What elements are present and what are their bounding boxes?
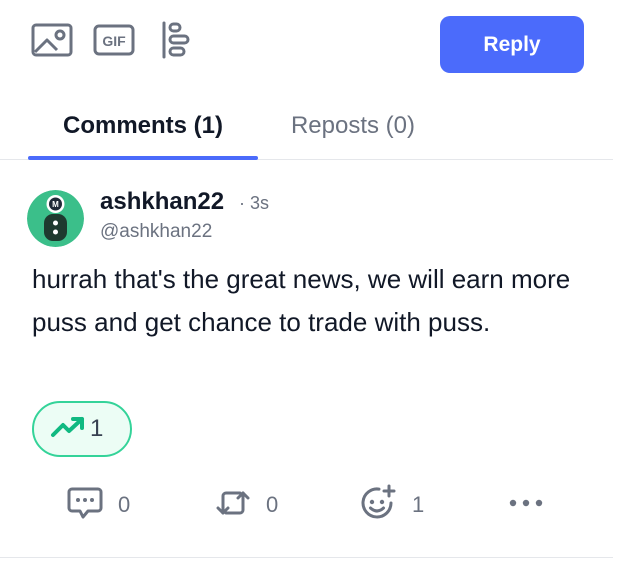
more-options-button[interactable]	[506, 480, 546, 530]
tab-reposts[interactable]: Reposts (0)	[262, 92, 444, 160]
comment-body: hurrah that's the great news, we will ea…	[32, 264, 571, 337]
comment-handle: @ashkhan22	[100, 221, 213, 242]
comment-username[interactable]: ashkhan22	[100, 188, 224, 216]
comment-timestamp: · 3s	[239, 193, 270, 213]
reply-button[interactable]: Reply	[440, 16, 584, 73]
gif-icon[interactable]: GIF	[92, 18, 136, 62]
tab-comments[interactable]: Comments (1)	[28, 92, 258, 160]
image-icon[interactable]	[30, 18, 74, 62]
reaction-count: 1	[412, 492, 425, 517]
trend-badge[interactable]: 1	[32, 401, 132, 457]
poll-icon[interactable]	[154, 18, 198, 62]
divider	[0, 557, 613, 558]
comment-tabs: Comments (1) Reposts (0)	[0, 92, 613, 160]
add-reaction-icon	[358, 483, 398, 528]
repost-count: 0	[266, 492, 279, 517]
reaction-button[interactable]: 1	[358, 480, 424, 530]
comment-icon	[66, 485, 104, 526]
comments-panel: GIF Reply Comments (1) Reposts (0) M ash…	[0, 0, 640, 569]
active-tab-indicator	[28, 156, 258, 160]
more-dots-icon	[506, 496, 546, 514]
trend-count: 1	[90, 415, 104, 442]
comment-count: 0	[118, 492, 131, 517]
repost-icon	[214, 486, 252, 525]
comment-actions: 0 0 1	[0, 480, 613, 530]
svg-text:GIF: GIF	[102, 33, 126, 49]
trending-up-icon	[50, 415, 86, 444]
repost-button[interactable]: 0	[214, 480, 278, 530]
comment-button[interactable]: 0	[66, 480, 130, 530]
composer-toolbar: GIF	[30, 18, 198, 62]
svg-text:M: M	[52, 200, 59, 209]
avatar[interactable]: M	[27, 190, 84, 247]
